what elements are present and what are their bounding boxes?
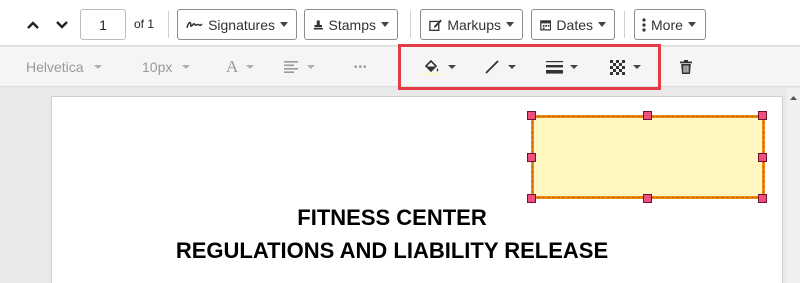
caret-down-icon [506,22,514,27]
rectangle-annotation[interactable] [531,115,765,199]
chevron-down-icon [56,20,68,29]
calendar-icon [540,19,552,31]
toolbar-divider [410,11,411,38]
resize-handle-top-left[interactable] [527,111,536,120]
document-title-line-1: FITNESS CENTER [297,205,487,230]
vertical-scrollbar[interactable] [787,88,800,283]
resize-handle-top[interactable] [643,111,652,120]
dates-button[interactable]: Dates [531,9,615,40]
font-size-dropdown[interactable]: 10px [142,47,191,87]
signature-icon [186,21,203,28]
ellipsis-icon: ••• [354,61,368,73]
caret-down-icon [687,22,696,27]
font-size-value: 10px [142,59,173,75]
markups-label: Markups [447,16,501,33]
caret-down-icon [598,22,606,27]
toolbar-divider [624,11,625,38]
caret-down-icon [182,65,191,69]
trash-icon [680,60,692,74]
page-number-input[interactable] [80,9,126,40]
delete-annotation-button[interactable] [680,47,692,87]
more-format-options-button[interactable]: ••• [354,47,368,87]
next-page-button[interactable] [51,9,73,40]
caret-down-icon [280,22,288,27]
vertical-ellipsis-icon [642,17,646,32]
style-controls-highlight [398,44,661,90]
signatures-label: Signatures [208,16,275,33]
dates-label: Dates [556,16,593,33]
resize-handle-top-right[interactable] [758,111,767,120]
caret-down-icon [307,65,315,69]
stamps-button[interactable]: Stamps [304,9,398,40]
document-title-line-2: REGULATIONS AND LIABILITY RELEASE [175,238,609,263]
edit-square-icon [429,19,442,31]
font-family-value: Helvetica [26,59,84,75]
more-label: More [651,16,683,33]
caret-down-icon [93,65,102,69]
font-family-dropdown[interactable]: Helvetica [26,47,102,87]
text-align-dropdown[interactable] [284,47,315,87]
resize-handle-right[interactable] [758,153,767,162]
text-style-icon: A [226,57,239,76]
resize-handle-bottom[interactable] [643,194,652,203]
stamp-icon [313,19,323,30]
toolbar-divider [168,11,169,38]
more-button[interactable]: More [634,9,706,40]
signatures-button[interactable]: Signatures [177,9,297,40]
previous-page-button[interactable] [22,9,44,40]
resize-handle-bottom-right[interactable] [758,194,767,203]
markups-button[interactable]: Markups [420,9,523,40]
chevron-up-icon [27,20,39,29]
resize-handle-left[interactable] [527,153,536,162]
stamps-label: Stamps [328,16,376,33]
caret-down-icon [381,22,389,27]
page-total-label: of 1 [134,17,155,31]
text-style-dropdown[interactable]: A [226,47,255,87]
resize-handle-bottom-left[interactable] [527,194,536,203]
main-toolbar: of 1 Signatures Stamps Markups [0,0,800,46]
caret-down-icon [246,65,255,69]
scroll-up-arrow-icon[interactable] [787,92,800,104]
align-left-icon [284,61,298,73]
